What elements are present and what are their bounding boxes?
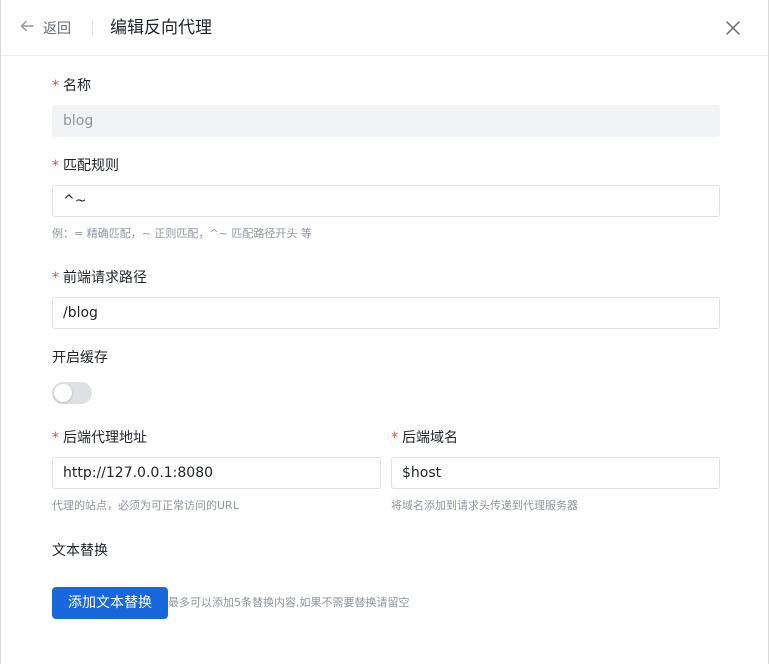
name-label: * 名称 [52,76,91,96]
match-rule-label: * 匹配规则 [52,156,119,176]
backend-address-label-text: 后端代理地址 [63,430,147,446]
backend-address-input[interactable]: http://127.0.0.1:8080 [52,457,381,489]
frontend-path-label-text: 前端请求路径 [63,270,147,286]
backend-domain-label: * 后端域名 [391,428,458,448]
frontend-path-input[interactable]: /blog [52,297,720,329]
arrow-left-icon [19,18,35,38]
match-rule-label-text: 匹配规则 [63,158,119,174]
backend-domain-label-text: 后端域名 [402,430,458,446]
frontend-path-label: * 前端请求路径 [52,268,147,288]
add-text-replace-button[interactable]: 添加文本替换 [52,587,168,619]
backend-address-hint: 代理的站点，必须为可正常访问的URL [52,499,239,512]
required-mark: * [52,158,59,174]
backend-address-label: * 后端代理地址 [52,428,147,448]
edit-reverse-proxy-panel: 返回 编辑反向代理 * 名称 blog * 匹配规则 ^~ 例：= 精确匹配，~ 正… [0,0,769,664]
toggle-knob [54,384,72,402]
match-rule-hint: 例：= 精确匹配，~ 正则匹配，^~ 匹配路径开头 等 [52,227,312,240]
cache-label: 开启缓存 [52,350,108,366]
page-title: 编辑反向代理 [110,18,212,38]
required-mark: * [52,270,59,286]
panel-header: 返回 编辑反向代理 [1,0,768,56]
back-button[interactable]: 返回 [19,16,71,40]
close-button[interactable] [723,18,743,38]
back-label: 返回 [43,21,71,37]
required-mark: * [391,430,398,446]
cache-toggle[interactable] [52,382,92,404]
required-mark: * [52,78,59,94]
text-replace-label: 文本替换 [52,543,108,559]
match-rule-input[interactable]: ^~ [52,185,720,217]
name-label-text: 名称 [63,78,91,94]
header-divider [92,19,93,37]
backend-domain-input[interactable]: $host [391,457,720,489]
backend-domain-hint: 将域名添加到请求头传递到代理服务器 [391,499,578,512]
close-icon [723,21,743,42]
name-input[interactable]: blog [52,105,720,137]
required-mark: * [52,430,59,446]
text-replace-hint: 最多可以添加5条替换内容,如果不需要替换请留空 [168,596,410,609]
